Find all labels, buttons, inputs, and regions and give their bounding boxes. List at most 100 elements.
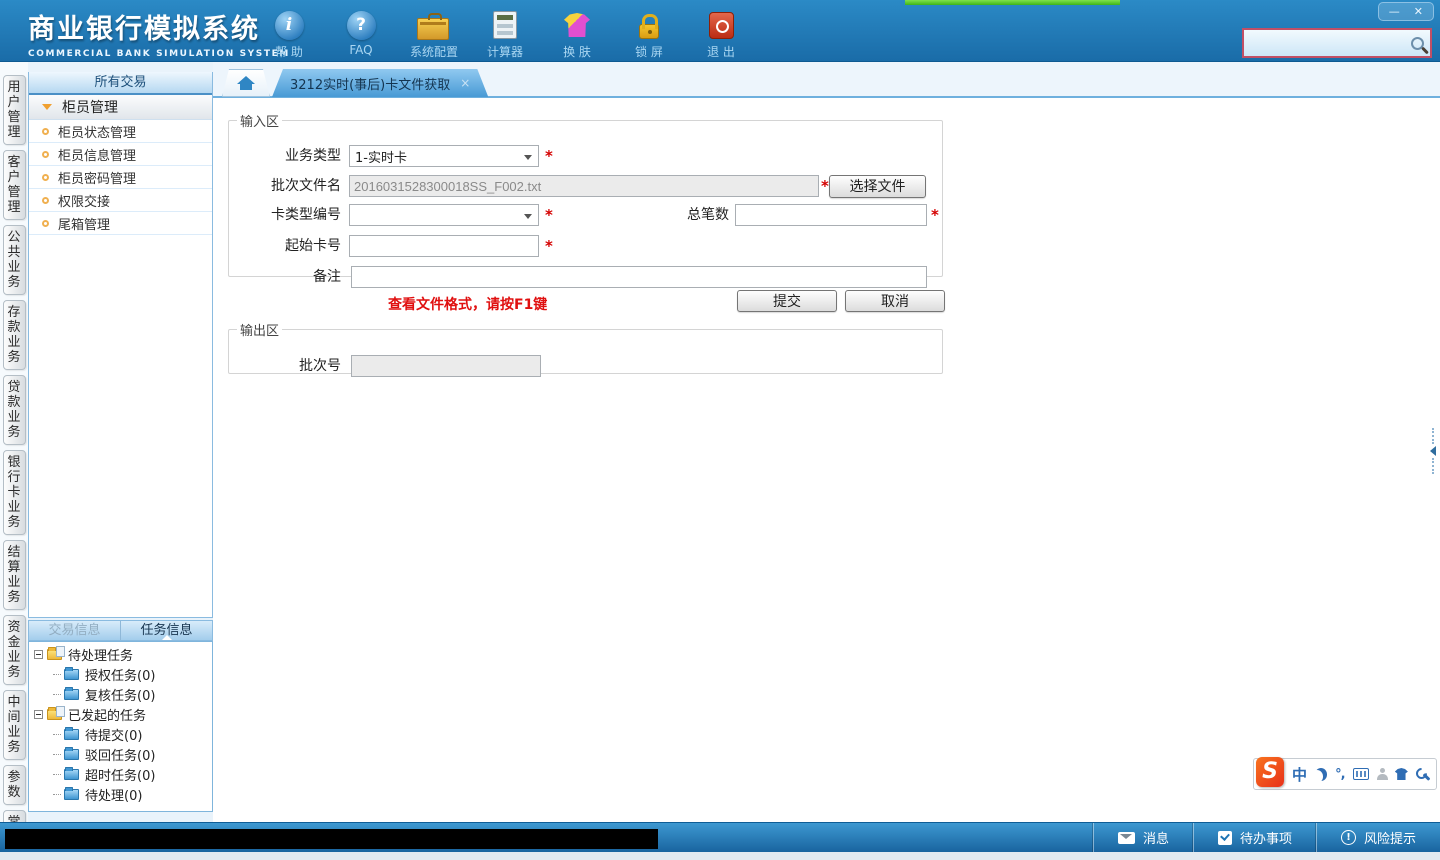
tree-node-initiated-tasks[interactable]: 已发起的任务 [29,704,212,724]
submit-button[interactable]: 提交 [737,290,837,312]
transaction-nav-panel: 所有交易 柜员管理 柜员状态管理 柜员信息管理 柜员密码管理 权限交接 尾箱管理 [28,72,213,618]
module-tab-deposit[interactable]: 存款业务 [2,300,26,370]
biz-type-select[interactable]: 1-实时卡 [349,145,539,167]
cancel-button[interactable]: 取消 [845,290,945,312]
module-tab-settlement[interactable]: 结算业务 [2,540,26,610]
module-tab-bankcard[interactable]: 银行卡业务 [2,450,26,535]
module-tab-users[interactable]: 用户管理 [2,75,26,145]
module-tab-loan[interactable]: 贷款业务 [2,375,26,445]
total-count-input[interactable] [735,204,927,226]
nav-item-permission-handover[interactable]: 权限交接 [29,189,212,212]
card-type-select[interactable] [349,204,539,226]
ime-skin-icon[interactable] [1394,768,1408,780]
account-icon[interactable] [1376,768,1388,780]
search-icon[interactable] [1411,36,1424,50]
folder-icon [64,766,79,780]
nav-group-teller-management[interactable]: 柜员管理 [29,95,212,120]
remark-label: 备注 [313,269,341,285]
header-bar: 商业银行模拟系统 COMMERCIAL BANK SIMULATION SYST… [0,0,1440,62]
bullet-icon [42,219,49,227]
nav-item-teller-info[interactable]: 柜员信息管理 [29,143,212,166]
help-icon: i [274,10,304,40]
module-tab-customers[interactable]: 客户管理 [2,150,26,220]
home-tab[interactable] [222,69,270,97]
help-button[interactable]: i 帮 助 [266,8,312,60]
calculator-button[interactable]: 计算器 [482,8,528,60]
bottom-edge-strip [0,852,1440,860]
module-tab-parameters[interactable]: 参数 [2,765,26,805]
exit-button[interactable]: 退 出 [698,8,744,60]
tree-node-to-process[interactable]: 待处理(0) [29,784,212,804]
input-section-title: 输入区 [240,115,280,130]
bullet-icon [42,173,49,181]
punctuation-toggle[interactable]: °, [1335,767,1346,782]
soft-keyboard-icon[interactable] [1352,768,1369,780]
nav-item-teller-status[interactable]: 柜员状态管理 [29,120,212,143]
main-area: 3212实时(事后)卡文件获取 × 输入区 业务类型 1-实时卡 * 批次文件名… [213,62,1440,822]
bullet-icon [42,150,49,158]
tree-connector [53,673,61,675]
module-tab-intermediate[interactable]: 中间业务 [2,690,26,760]
todo-button[interactable]: 待办事项 [1192,823,1316,852]
tree-node-rejected-tasks[interactable]: 驳回任务(0) [29,744,212,764]
active-tab-label: 3212实时(事后)卡文件获取 [290,77,451,93]
search-box [1242,28,1432,58]
checkbox-icon [1217,830,1232,845]
chevron-left-icon [1430,446,1436,456]
messages-button[interactable]: 消息 [1092,823,1193,852]
search-input[interactable] [1250,35,1411,51]
lock-screen-button[interactable]: 锁 屏 [626,8,672,60]
remark-input[interactable] [351,266,927,288]
start-card-label: 起始卡号 [285,238,341,254]
ime-language-toggle[interactable]: 中 [1292,764,1307,785]
nav-item-cashbox[interactable]: 尾箱管理 [29,212,212,235]
batch-no-output[interactable] [351,355,541,377]
toolbox-icon [417,13,449,40]
tree-node-auth-tasks[interactable]: 授权任务(0) [29,664,212,684]
faq-button[interactable]: ? FAQ [338,8,384,60]
status-bar: 消息 待办事项 ! 风险提示 [0,822,1440,852]
folder-icon [64,746,79,760]
batch-file-label: 批次文件名 [271,178,341,194]
batch-file-input[interactable] [349,175,819,197]
info-panel-tabs: 交易信息 任务信息 [28,620,213,641]
required-mark: * [931,206,939,224]
required-mark: * [821,177,829,195]
collapse-minus-icon[interactable] [34,649,43,659]
choose-file-button[interactable]: 选择文件 [829,175,926,198]
sogou-logo-icon[interactable]: S [1256,757,1284,787]
active-document-tab[interactable]: 3212实时(事后)卡文件获取 × [272,69,488,97]
tree-node-review-tasks[interactable]: 复核任务(0) [29,684,212,704]
tree-node-to-submit[interactable]: 待提交(0) [29,724,212,744]
module-tab-funds[interactable]: 资金业务 [2,615,26,685]
system-config-button[interactable]: 系统配置 [410,8,458,60]
progress-strip [905,0,1120,5]
app-title: 商业银行模拟系统 [28,14,260,45]
ime-toolbar: S 中 °, [1253,757,1437,790]
risk-alert-button[interactable]: ! 风险提示 [1315,823,1440,852]
close-button[interactable]: ✕ [1414,4,1423,19]
tab-task-info[interactable]: 任务信息 [120,621,212,640]
tree-connector [53,773,61,775]
nav-item-teller-password[interactable]: 柜员密码管理 [29,166,212,189]
change-skin-button[interactable]: 换 肤 [554,8,600,60]
minimize-button[interactable]: — [1389,4,1400,19]
tab-close-icon[interactable]: × [460,76,470,90]
moon-icon[interactable] [1315,768,1327,781]
ime-settings-icon[interactable] [1416,768,1428,781]
redacted-region [5,829,658,849]
tree-connector [53,753,61,755]
total-count-label: 总笔数 [687,207,729,223]
start-card-input[interactable] [349,235,539,257]
module-tab-public[interactable]: 公共业务 [2,225,26,295]
panel-collapse-handle[interactable] [1427,428,1439,474]
folder-icon [64,686,79,700]
output-section: 输出区 批次号 [228,320,943,377]
tree-connector [53,733,61,735]
tree-node-pending-tasks[interactable]: 待处理任务 [29,644,212,664]
tab-transaction-info[interactable]: 交易信息 [29,621,120,640]
tree-node-timeout-tasks[interactable]: 超时任务(0) [29,764,212,784]
batch-no-label: 批次号 [299,358,341,374]
collapse-minus-icon[interactable] [34,709,43,719]
form-content: 输入区 业务类型 1-实时卡 * 批次文件名 * 选择文件 卡类型编号 * 总笔… [213,98,1440,822]
